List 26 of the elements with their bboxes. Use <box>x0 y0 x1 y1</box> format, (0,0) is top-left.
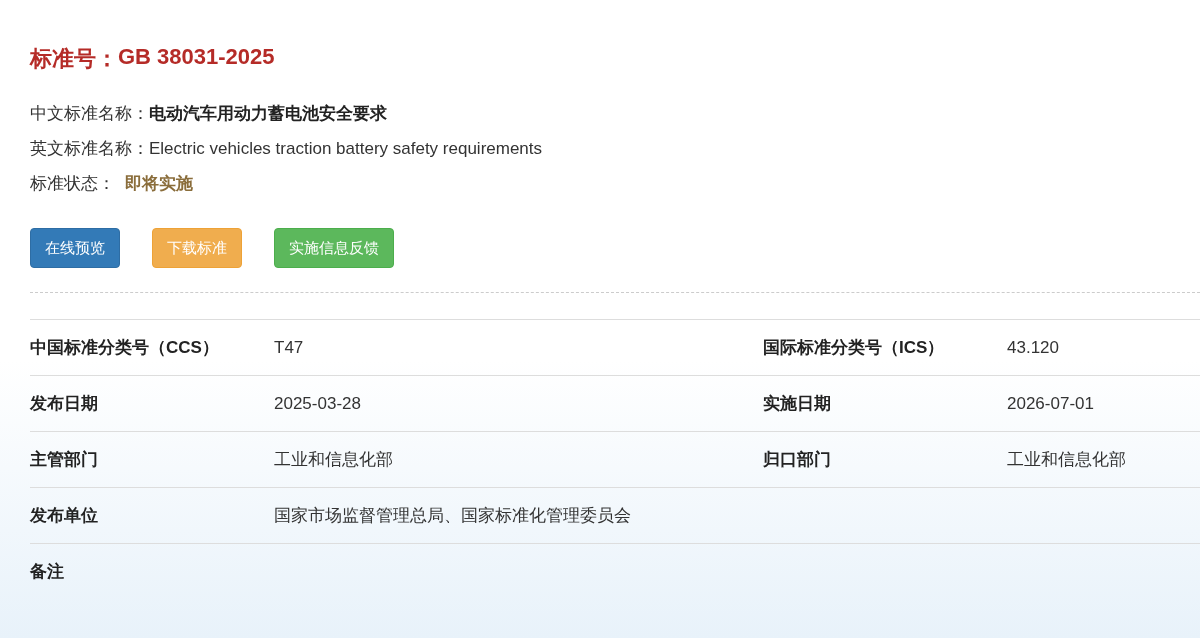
row-header: 实施日期 <box>763 393 832 415</box>
table-cell-text: 国家市场监督管理总局、国家标准化管理委员会 <box>274 505 632 527</box>
row-header: 备注 <box>30 561 65 583</box>
field-value: Electric vehicles traction battery safety requirements <box>149 139 543 159</box>
field-label: 中文标准名称： <box>30 103 149 125</box>
row-header: 主管部门 <box>30 449 99 471</box>
row-header: 发布日期 <box>30 393 99 415</box>
download-button[interactable]: 下载标准 <box>152 228 242 268</box>
row-header: 发布单位 <box>30 505 99 527</box>
field-label: 标准状态： <box>30 173 115 195</box>
field-value: 即将实施 <box>125 173 193 195</box>
table-cell-text: 工业和信息化部 <box>1007 449 1127 471</box>
preview-button[interactable]: 在线预览 <box>30 228 120 268</box>
row-header: 归口部门 <box>763 449 832 471</box>
table-cell-text: 2026-07-01 <box>1007 393 1095 414</box>
table-cell-text: T47 <box>274 337 305 358</box>
table-cell-text: 2025-03-28 <box>274 393 362 414</box>
standard-number: GB 38031-2025 <box>118 44 275 71</box>
field-label: 英文标准名称： <box>30 138 149 160</box>
table-cell-text: 工业和信息化部 <box>274 449 394 471</box>
feedback-button[interactable]: 实施信息反馈 <box>274 228 394 268</box>
standard-number-label: 标准号： <box>30 45 118 73</box>
table-cell-text: 43.120 <box>1007 337 1060 358</box>
field-value: 电动汽车用动力蓄电池安全要求 <box>149 103 387 125</box>
row-header: 中国标准分类号（CCS） <box>30 337 220 359</box>
row-header: 国际标准分类号（ICS） <box>763 337 946 359</box>
